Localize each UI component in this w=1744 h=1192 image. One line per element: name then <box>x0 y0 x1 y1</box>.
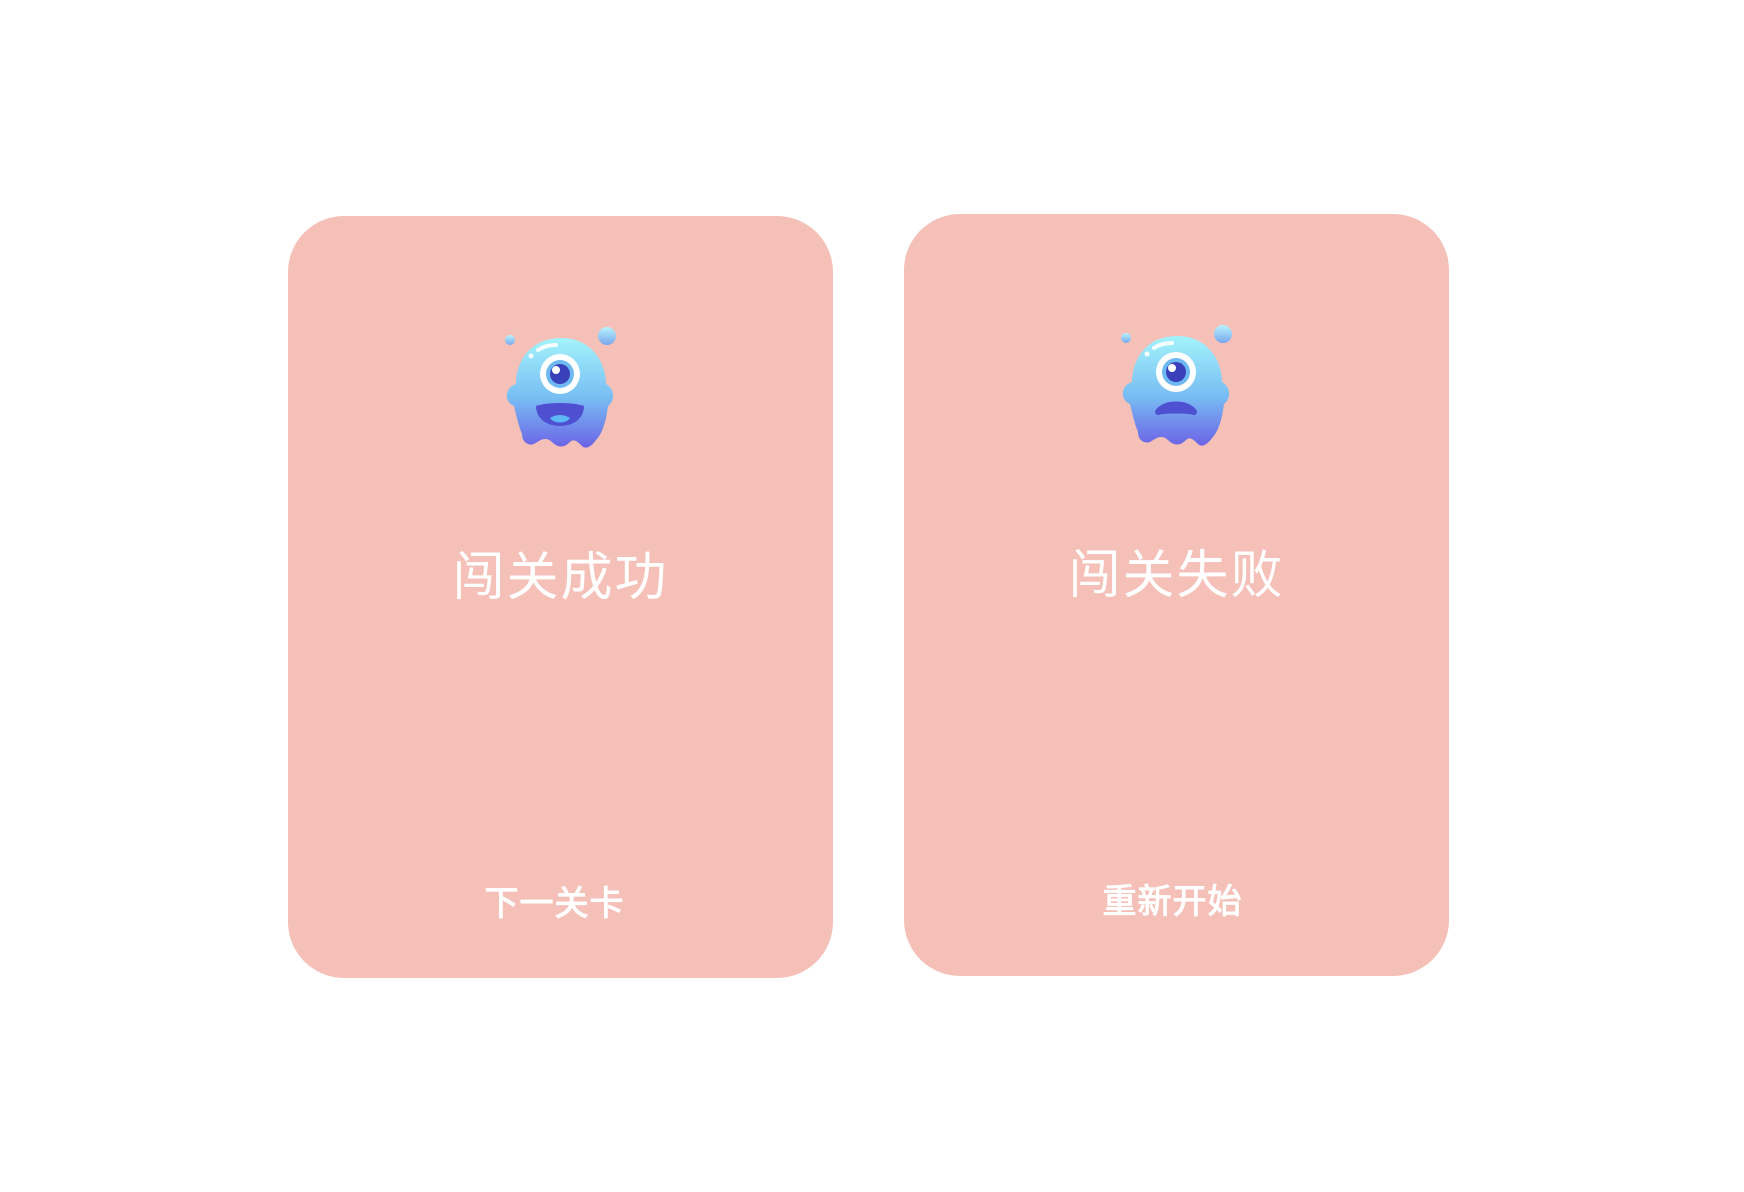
next-level-button[interactable]: 下一关卡 <box>467 876 643 932</box>
level-success-card: 闯关成功 下一关卡 <box>288 216 833 978</box>
level-fail-card: 闯关失败 重新开始 <box>904 214 1449 976</box>
result-cards-stage: 闯关成功 下一关卡 闯关失败 重新开始 <box>0 0 1744 1192</box>
restart-button[interactable]: 重新开始 <box>1085 874 1261 930</box>
happy-monster-icon <box>498 326 624 456</box>
card-title: 闯关失败 <box>1068 546 1285 606</box>
sad-monster-icon <box>1114 324 1240 454</box>
card-title: 闯关成功 <box>452 548 669 608</box>
